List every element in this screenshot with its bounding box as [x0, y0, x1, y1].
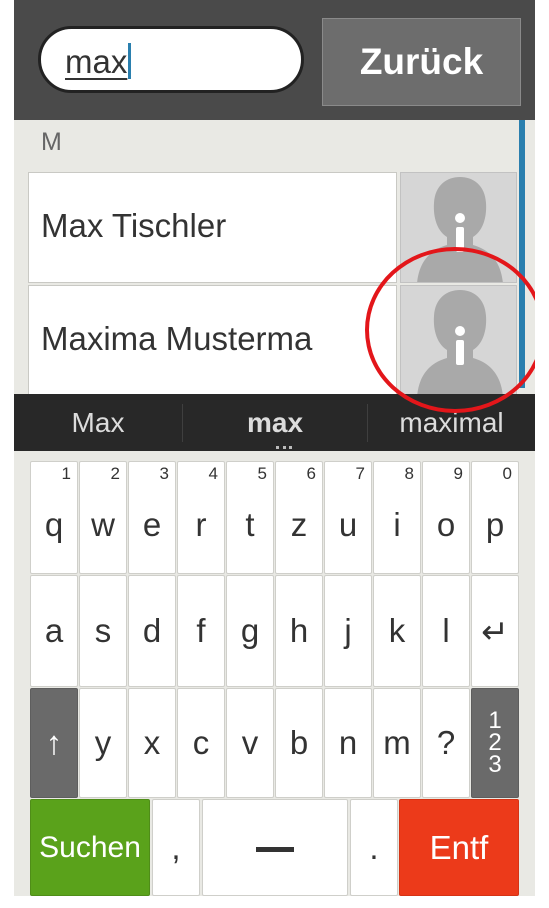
- section-header: M: [41, 128, 62, 156]
- key-b[interactable]: b: [275, 688, 323, 798]
- key-p[interactable]: 0p: [471, 461, 519, 574]
- key-label: e: [142, 505, 162, 543]
- key-t[interactable]: 5t: [226, 461, 274, 574]
- key-q[interactable]: 1q: [30, 461, 78, 574]
- key-l[interactable]: l: [422, 575, 470, 687]
- numbers-key-label: 1 2 3: [488, 709, 502, 778]
- key-number-hint: 3: [159, 464, 169, 483]
- key-number-hint: 4: [208, 464, 218, 483]
- key-label: p: [485, 505, 505, 543]
- key-number-hint: 0: [502, 464, 512, 483]
- key-label: t: [245, 505, 255, 543]
- key-d[interactable]: d: [128, 575, 176, 687]
- search-input-value: max: [65, 43, 128, 80]
- key-a[interactable]: a: [30, 575, 78, 687]
- key-f[interactable]: f: [177, 575, 225, 687]
- contact-name: Maxima Musterma: [41, 320, 313, 357]
- key-number-hint: 5: [257, 464, 267, 483]
- key-c[interactable]: c: [177, 688, 225, 798]
- keyboard: 1q 2w 3e 4r 5t 6z 7u 8i 9o 0p a s d f g …: [14, 451, 535, 896]
- suggestion-item[interactable]: Max: [14, 394, 182, 451]
- shift-key[interactable]: ↑: [30, 688, 78, 798]
- space-bar-icon: [256, 847, 294, 852]
- key-h[interactable]: h: [275, 575, 323, 687]
- key-g[interactable]: g: [226, 575, 274, 687]
- key-v[interactable]: v: [226, 688, 274, 798]
- enter-key[interactable]: ↵: [471, 575, 519, 687]
- key-label: i: [393, 505, 401, 543]
- key-number-hint: 8: [404, 464, 414, 483]
- key-e[interactable]: 3e: [128, 461, 176, 574]
- key-x[interactable]: x: [128, 688, 176, 798]
- key-r[interactable]: 4r: [177, 461, 225, 574]
- key-u[interactable]: 7u: [324, 461, 372, 574]
- key-s[interactable]: s: [79, 575, 127, 687]
- key-number-hint: 1: [61, 464, 71, 483]
- key-n[interactable]: n: [324, 688, 372, 798]
- key-m[interactable]: m: [373, 688, 421, 798]
- key-number-hint: 6: [306, 464, 316, 483]
- key-z[interactable]: 6z: [275, 461, 323, 574]
- search-input[interactable]: max: [38, 26, 304, 93]
- phone-screen: max Zurück M Max Tischler Maxima Musterm…: [14, 0, 535, 896]
- key-label: q: [44, 505, 64, 543]
- search-key[interactable]: Suchen: [30, 799, 150, 896]
- back-button[interactable]: Zurück: [322, 18, 521, 106]
- key-number-hint: 2: [110, 464, 120, 483]
- key-question[interactable]: ?: [422, 688, 470, 798]
- key-w[interactable]: 2w: [79, 461, 127, 574]
- key-o[interactable]: 9o: [422, 461, 470, 574]
- key-label: r: [195, 505, 207, 543]
- key-k[interactable]: k: [373, 575, 421, 687]
- key-label: w: [91, 505, 115, 543]
- top-bar: max Zurück: [14, 0, 535, 120]
- key-i[interactable]: 8i: [373, 461, 421, 574]
- period-key[interactable]: .: [350, 799, 398, 896]
- contact-name-cell[interactable]: Maxima Musterma: [28, 285, 397, 396]
- key-number-hint: 7: [355, 464, 365, 483]
- more-suggestions-indicator: [276, 441, 292, 449]
- numbers-key[interactable]: 1 2 3: [471, 688, 519, 798]
- key-j[interactable]: j: [324, 575, 372, 687]
- delete-key[interactable]: Entf: [399, 799, 519, 896]
- contact-name: Max Tischler: [41, 207, 227, 244]
- key-y[interactable]: y: [79, 688, 127, 798]
- numbers-key-digit: 3: [488, 751, 502, 778]
- space-key[interactable]: [202, 799, 348, 896]
- contact-name-cell[interactable]: Max Tischler: [28, 172, 397, 283]
- key-number-hint: 9: [453, 464, 463, 483]
- comma-key[interactable]: ,: [152, 799, 200, 896]
- text-cursor: [128, 43, 132, 79]
- key-label: u: [338, 505, 358, 543]
- suggestion-item-selected[interactable]: max: [183, 394, 367, 451]
- key-label: z: [290, 505, 308, 543]
- key-label: o: [436, 505, 456, 543]
- annotation-circle: [365, 247, 535, 413]
